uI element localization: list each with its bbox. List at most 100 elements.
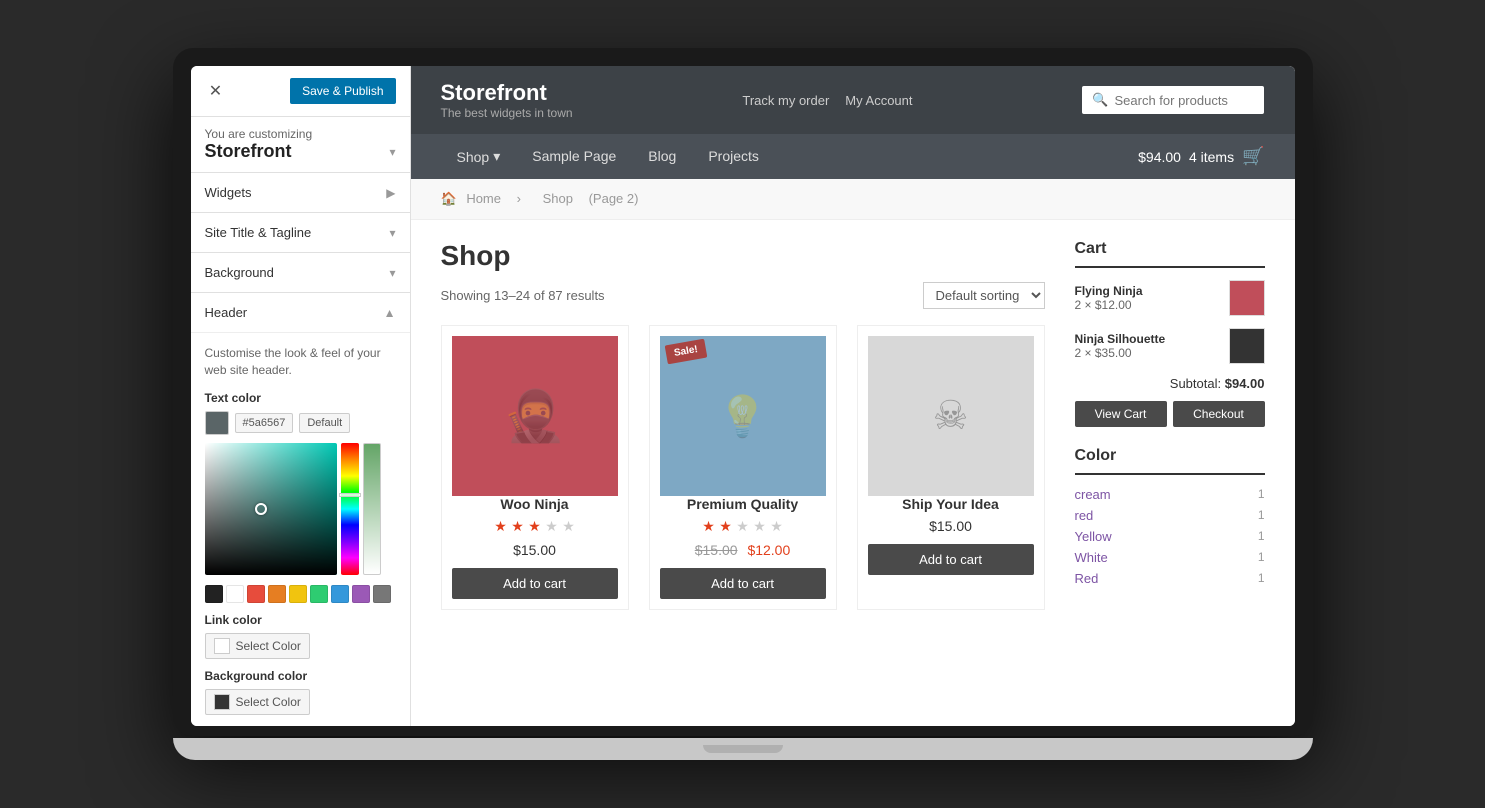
nav-menu: Shop ▾ Sample Page Blog Projects <box>441 134 775 179</box>
site-title-section-header[interactable]: Site Title & Tagline ▾ <box>191 213 410 252</box>
nav-link-blog[interactable]: Blog <box>632 134 692 178</box>
cart-item-1: Flying Ninja 2 × $12.00 <box>1075 280 1265 316</box>
nav-link-sample[interactable]: Sample Page <box>516 134 632 178</box>
subtotal-label: Subtotal: <box>1170 376 1221 391</box>
header-section: Header ▲ Customise the look & feel of yo… <box>191 293 410 726</box>
cart-item-2-thumb <box>1229 328 1265 364</box>
view-cart-button[interactable]: View Cart <box>1075 401 1167 427</box>
background-label: Background <box>205 265 274 280</box>
swatch-gray[interactable] <box>373 585 391 603</box>
add-to-cart-ship[interactable]: Add to cart <box>868 544 1034 575</box>
customizing-name: Storefront <box>205 141 292 162</box>
cart-widget-title: Cart <box>1075 240 1265 258</box>
nav-link-projects[interactable]: Projects <box>692 134 775 178</box>
breadcrumb: 🏠 Home › Shop (Page 2) <box>411 179 1295 220</box>
background-section-header[interactable]: Background ▾ <box>191 253 410 292</box>
product-card-premium: Sale! 💡 Premium Quality ★ ★ ★ ★ <box>649 325 837 610</box>
nav-item-sample: Sample Page <box>516 134 632 179</box>
product-name-woo-ninja: Woo Ninja <box>452 496 618 512</box>
laptop-base <box>173 738 1313 760</box>
cart-item-2-info: Ninja Silhouette 2 × $35.00 <box>1075 332 1166 360</box>
cart-divider <box>1075 266 1265 268</box>
header-label: Header <box>205 305 248 320</box>
breadcrumb-home[interactable]: 🏠 Home <box>441 191 508 206</box>
my-account-link[interactable]: My Account <box>845 93 912 108</box>
cart-actions: View Cart Checkout <box>1075 401 1265 427</box>
product-card-woo-ninja: 🥷 Woo Ninja ★ ★ ★ ★ ★ $15. <box>441 325 629 610</box>
swatch-green[interactable] <box>310 585 328 603</box>
swatch-white[interactable] <box>226 585 244 603</box>
text-color-value-button[interactable]: #5a6567 <box>235 413 294 433</box>
breadcrumb-current: Shop (Page 2) <box>537 191 645 206</box>
search-icon: 🔍 <box>1092 92 1108 108</box>
color-filter-count-Red: 1 <box>1258 571 1265 586</box>
swatch-purple[interactable] <box>352 585 370 603</box>
color-picker-area <box>205 443 396 575</box>
opacity-slider[interactable] <box>363 443 381 575</box>
close-button[interactable]: ✕ <box>205 80 227 102</box>
cart-item-1-thumb <box>1229 280 1265 316</box>
text-color-buttons: #5a6567 Default <box>205 411 396 435</box>
widgets-section-header[interactable]: Widgets ▶ <box>191 173 410 212</box>
subtotal-value: $94.00 <box>1225 376 1265 391</box>
products-area: Shop Showing 13–24 of 87 results Default… <box>441 240 1045 610</box>
nav-item-blog: Blog <box>632 134 692 179</box>
text-color-label: Text color <box>205 391 396 405</box>
star-p5: ★ <box>770 518 783 534</box>
swatch-yellow[interactable] <box>289 585 307 603</box>
product-stars-woo-ninja: ★ ★ ★ ★ ★ <box>452 518 618 536</box>
color-filter-white: White 1 <box>1075 550 1265 565</box>
store-nav-links: Track my order My Account <box>742 93 912 108</box>
add-to-cart-woo-ninja[interactable]: Add to cart <box>452 568 618 599</box>
product-name-premium: Premium Quality <box>660 496 826 512</box>
price-old-premium: $15.00 <box>695 542 738 558</box>
laptop-notch <box>703 745 783 753</box>
swatch-blue[interactable] <box>331 585 349 603</box>
search-input[interactable] <box>1114 93 1254 108</box>
price-new-premium: $12.00 <box>747 542 790 558</box>
nav-item-projects: Projects <box>692 134 775 179</box>
cart-item-2-name: Ninja Silhouette <box>1075 332 1166 346</box>
color-filter-link-red[interactable]: red <box>1075 508 1094 523</box>
track-order-link[interactable]: Track my order <box>742 93 829 108</box>
sort-select[interactable]: Default sorting <box>923 282 1045 309</box>
product-price-premium: $15.00 $12.00 <box>660 542 826 558</box>
color-filter-link-yellow[interactable]: Yellow <box>1075 529 1112 544</box>
color-filter-link-cream[interactable]: cream <box>1075 487 1111 502</box>
product-stars-premium: ★ ★ ★ ★ ★ <box>660 518 826 536</box>
checkout-button[interactable]: Checkout <box>1173 401 1265 427</box>
color-filter-yellow: Yellow 1 <box>1075 529 1265 544</box>
bg-color-label: Background color <box>205 669 396 683</box>
nav-cart[interactable]: $94.00 4 items 🛒 <box>1138 146 1264 167</box>
text-color-swatch[interactable] <box>205 411 229 435</box>
cart-item-1-name: Flying Ninja <box>1075 284 1143 298</box>
swatch-red[interactable] <box>247 585 265 603</box>
picker-circle <box>255 503 267 515</box>
product-name-ship: Ship Your Idea <box>868 496 1034 512</box>
hue-slider[interactable] <box>341 443 359 575</box>
widgets-label: Widgets <box>205 185 252 200</box>
header-section-content: Customise the look & feel of your web si… <box>191 332 410 726</box>
link-color-select-button[interactable]: Select Color <box>205 633 310 659</box>
bg-color-select-button[interactable]: Select Color <box>205 689 310 715</box>
header-section-header[interactable]: Header ▲ <box>191 293 410 332</box>
swatch-black[interactable] <box>205 585 223 603</box>
link-color-swatch <box>214 638 230 654</box>
shop-dropdown-icon: ▾ <box>493 148 500 165</box>
background-section: Background ▾ <box>191 253 410 293</box>
color-filter-title: Color <box>1075 447 1265 465</box>
bg-color-swatch <box>214 694 230 710</box>
color-filter-cream: cream 1 <box>1075 487 1265 502</box>
nav-link-shop[interactable]: Shop ▾ <box>441 134 517 179</box>
swatch-orange[interactable] <box>268 585 286 603</box>
header-arrow-icon: ▲ <box>384 306 396 320</box>
color-filter-link-white[interactable]: White <box>1075 550 1108 565</box>
color-gradient-picker[interactable] <box>205 443 337 575</box>
bg-color-section: Background color Select Color <box>205 669 396 715</box>
text-color-default-button[interactable]: Default <box>299 413 350 433</box>
color-filter-link-Red[interactable]: Red <box>1075 571 1099 586</box>
add-to-cart-premium[interactable]: Add to cart <box>660 568 826 599</box>
shop-meta: Showing 13–24 of 87 results Default sort… <box>441 282 1045 309</box>
star-p1: ★ <box>702 518 715 534</box>
save-publish-button[interactable]: Save & Publish <box>290 78 395 104</box>
